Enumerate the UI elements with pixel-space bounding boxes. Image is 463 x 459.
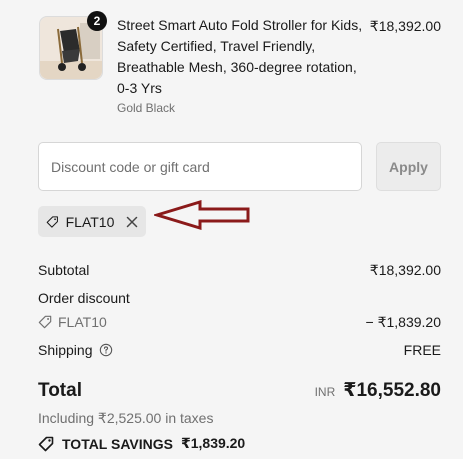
order-summary: 2 Street Smart Auto Fold Stroller for Ki… — [0, 0, 463, 459]
shipping-label: Shipping — [38, 342, 93, 358]
product-price: ₹18,392.00 — [369, 18, 441, 34]
savings-value: ₹1,839.20 — [180, 435, 246, 451]
total-savings: TOTAL SAVINGS ₹1,839.20 — [38, 435, 245, 452]
tag-icon — [38, 436, 54, 451]
subtotal-value: ₹18,392.00 — [369, 262, 441, 278]
product-variant: Gold Black — [117, 101, 176, 115]
tag-icon — [46, 215, 58, 228]
shipping-value: FREE — [403, 342, 441, 358]
total-value-group: INR ₹16,552.80 — [315, 379, 441, 402]
subtotal-label: Subtotal — [38, 262, 90, 278]
product-thumbnail: 2 — [39, 11, 107, 80]
quantity-badge: 2 — [87, 11, 107, 31]
help-icon[interactable] — [99, 343, 113, 357]
product-title: Street Smart Auto Fold Stroller for Kids… — [117, 17, 363, 96]
savings-label: TOTAL SAVINGS — [62, 435, 173, 452]
discount-code-input[interactable] — [38, 142, 362, 191]
applied-code-label: FLAT10 — [65, 213, 115, 230]
annotation-arrow — [154, 200, 250, 230]
close-icon — [126, 216, 137, 227]
apply-button[interactable]: Apply — [376, 142, 441, 191]
total-currency: INR — [314, 385, 336, 399]
order-discount-code-text: FLAT10 — [58, 314, 107, 330]
order-discount-code: FLAT10 — [38, 314, 107, 330]
applied-discount-chip: FLAT10 — [38, 206, 146, 237]
remove-discount-button[interactable] — [125, 214, 138, 230]
order-discount-value: − ₹1,839.20 — [365, 314, 441, 330]
tag-icon — [38, 315, 52, 329]
total-label: Total — [38, 380, 82, 401]
shipping-row: Shipping — [38, 342, 113, 358]
total-amount: ₹16,552.80 — [343, 380, 441, 401]
taxes-note: Including ₹2,525.00 in taxes — [38, 410, 214, 426]
order-discount-label: Order discount — [38, 290, 130, 306]
